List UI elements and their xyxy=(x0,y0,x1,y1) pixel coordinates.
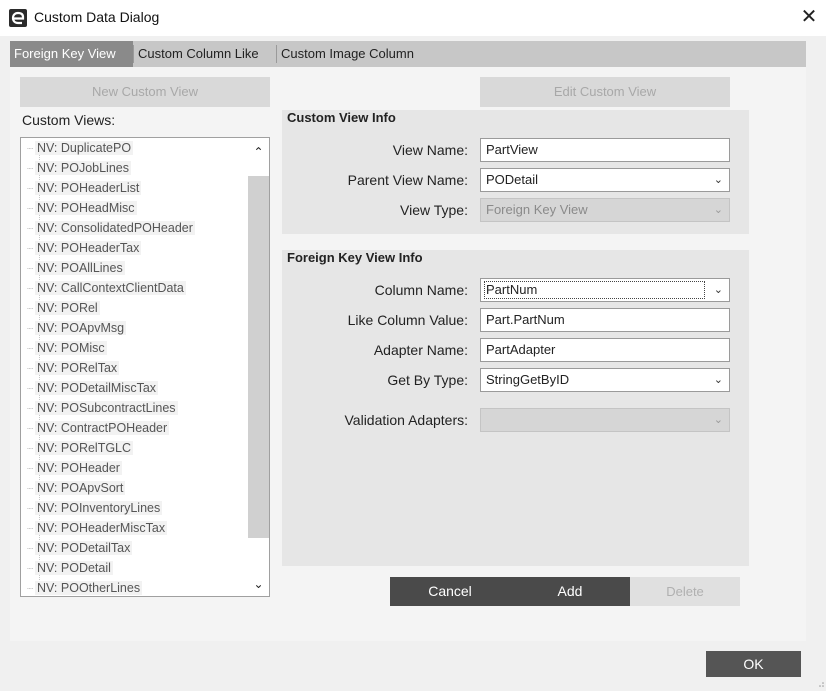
scroll-down-arrow-icon[interactable]: ⌄ xyxy=(248,574,269,594)
cancel-button[interactable]: Cancel xyxy=(390,577,510,606)
chevron-down-icon: ⌄ xyxy=(713,414,723,426)
title-bar: Custom Data Dialog ✕ xyxy=(0,0,826,36)
view-type-label: View Type: xyxy=(400,202,468,218)
chevron-down-icon[interactable]: ⌄ xyxy=(714,279,723,301)
list-item[interactable]: ┈ NV: DuplicatePO xyxy=(27,138,134,158)
adapter-name-label: Adapter Name: xyxy=(373,342,468,358)
focus-ring xyxy=(484,281,705,299)
validation-adapters-select[interactable]: ⌄ xyxy=(480,408,730,432)
tab-bar: Foreign Key View Custom Column Like Cust… xyxy=(10,41,806,67)
resize-grip-icon[interactable] xyxy=(815,676,825,687)
list-item[interactable]: ┈ NV: POMisc xyxy=(27,338,107,358)
get-by-type-label: Get By Type: xyxy=(387,372,468,388)
list-item[interactable]: ┈ NV: POHeader xyxy=(27,458,122,478)
add-button[interactable]: Add xyxy=(510,577,630,606)
chevron-down-icon: ⌄ xyxy=(713,204,723,216)
column-name-select[interactable]: PartNum ⌄ xyxy=(480,278,730,302)
foreign-key-view-info-heading: Foreign Key View Info xyxy=(287,250,423,265)
list-item[interactable]: ┈ NV: PODetail xyxy=(27,558,113,578)
validation-adapters-label: Validation Adapters: xyxy=(344,412,469,428)
close-icon[interactable]: ✕ xyxy=(798,5,820,29)
edit-custom-view-button[interactable]: Edit Custom View xyxy=(480,77,730,107)
custom-view-info-heading: Custom View Info xyxy=(287,110,396,125)
list-item[interactable]: ┈ NV: CallContextClientData xyxy=(27,278,186,298)
view-type-select[interactable]: Foreign Key View ⌄ xyxy=(480,198,730,222)
view-name-field[interactable]: PartView xyxy=(480,138,730,162)
list-item[interactable]: ┈ NV: PORelTGLC xyxy=(27,438,134,458)
app-logo-icon xyxy=(9,9,27,27)
list-item[interactable]: ┈ NV: PODetailMiscTax xyxy=(27,378,159,398)
column-name-label: Column Name: xyxy=(374,282,468,298)
list-item[interactable]: ┈ NV: POJobLines xyxy=(27,158,131,178)
like-column-value-field[interactable]: Part.PartNum xyxy=(480,308,730,332)
list-item[interactable]: ┈ NV: PORelTax xyxy=(27,358,120,378)
like-column-value-label: Like Column Value: xyxy=(347,312,468,328)
list-item[interactable]: ┈ NV: POHeaderList xyxy=(27,178,142,198)
list-item[interactable]: ┈ NV: POSubcontractLines xyxy=(27,398,178,418)
list-item[interactable]: ┈ NV: ContractPOHeader xyxy=(27,418,170,438)
get-by-type-value: StringGetByID xyxy=(486,372,570,387)
chevron-down-icon[interactable]: ⌄ xyxy=(714,369,723,391)
list-item[interactable]: ┈ NV: POHeaderTax xyxy=(27,238,142,258)
parent-view-name-value: PODetail xyxy=(486,172,539,187)
list-item[interactable]: ┈ NV: PORel xyxy=(27,298,100,318)
adapter-name-field[interactable]: PartAdapter xyxy=(480,338,730,362)
parent-view-name-select[interactable]: PODetail ⌄ xyxy=(480,168,730,192)
ok-button[interactable]: OK xyxy=(706,651,801,677)
chevron-down-icon[interactable]: ⌄ xyxy=(714,169,723,191)
tab-custom-column-like[interactable]: Custom Column Like xyxy=(134,41,276,67)
get-by-type-select[interactable]: StringGetByID ⌄ xyxy=(480,368,730,392)
list-item[interactable]: ┈ NV: POOtherLines xyxy=(27,578,143,596)
view-type-value: Foreign Key View xyxy=(486,202,588,217)
list-item[interactable]: ┈ NV: ConsolidatedPOHeader xyxy=(27,218,195,238)
tab-foreign-key-view[interactable]: Foreign Key View xyxy=(10,41,133,67)
new-custom-view-button[interactable]: New Custom View xyxy=(20,77,270,107)
list-scrollbar-thumb[interactable] xyxy=(248,176,269,538)
delete-button[interactable]: Delete xyxy=(630,577,740,606)
list-item[interactable]: ┈ NV: PODetailTax xyxy=(27,538,133,558)
custom-views-label: Custom Views: xyxy=(22,112,116,128)
list-item[interactable]: ┈ NV: POInventoryLines xyxy=(27,498,163,518)
list-item[interactable]: ┈ NV: POAllLines xyxy=(27,258,125,278)
parent-view-name-label: Parent View Name: xyxy=(347,172,468,188)
list-item[interactable]: ┈ NV: POHeadMisc xyxy=(27,198,137,218)
custom-views-list[interactable]: ┈ NV: DuplicatePO ┈ NV: POJobLines ┈ NV: PO… xyxy=(20,137,270,597)
tab-custom-image-column[interactable]: Custom Image Column xyxy=(277,41,437,67)
list-item[interactable]: ┈ NV: POApvMsg xyxy=(27,318,127,338)
list-item[interactable]: ┈ NV: POHeaderMiscTax xyxy=(27,518,168,538)
list-item[interactable]: ┈ NV: POApvSort xyxy=(27,478,126,498)
tab-panel: New Custom View Custom Views: ┈ NV: Dupli… xyxy=(10,67,806,641)
view-name-label: View Name: xyxy=(392,142,468,158)
scroll-up-arrow-icon[interactable]: ⌃ xyxy=(248,142,269,162)
window-title: Custom Data Dialog xyxy=(34,9,160,25)
